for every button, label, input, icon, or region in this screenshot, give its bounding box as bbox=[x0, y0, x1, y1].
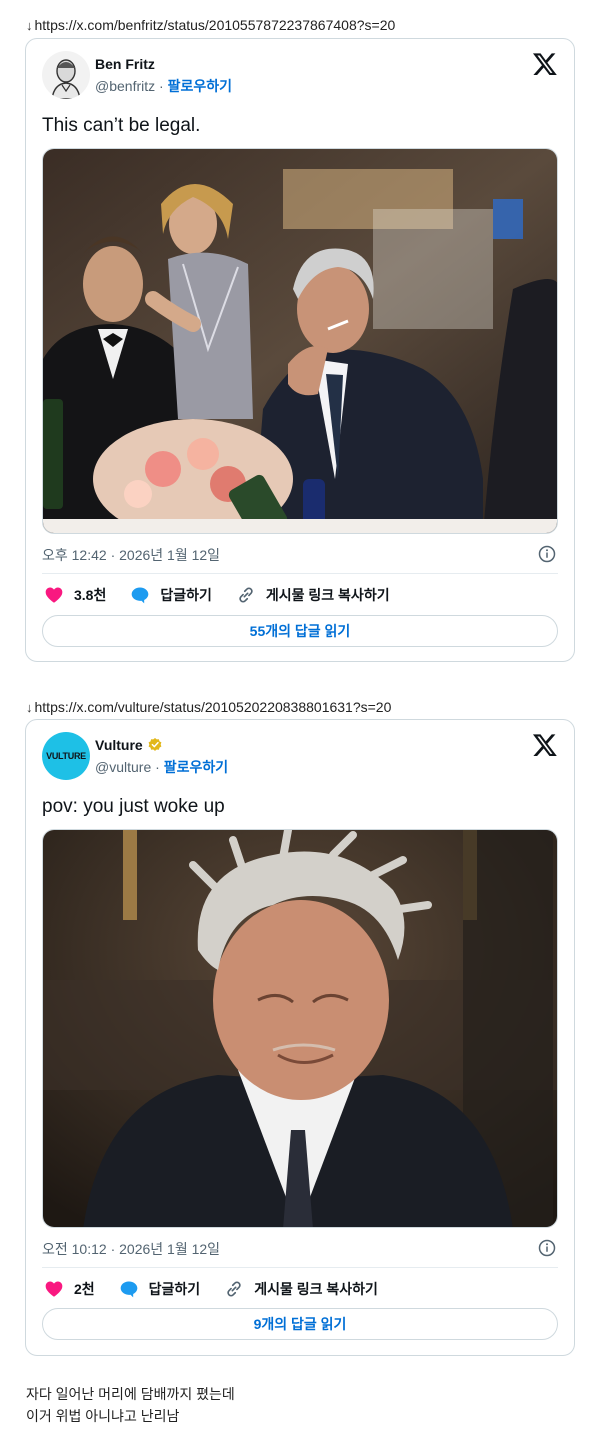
post-caption: 자다 일어난 머리에 담배까지 폈는데 이거 위법 아니냐고 난리남 bbox=[26, 1383, 235, 1427]
copy-link-label: 게시물 링크 복사하기 bbox=[254, 1281, 378, 1297]
reply-label: 답글하기 bbox=[148, 1281, 201, 1297]
info-icon[interactable] bbox=[538, 545, 556, 563]
source-url[interactable]: https://x.com/vulture/status/20105202208… bbox=[35, 699, 392, 715]
like-count: 2천 bbox=[74, 1281, 95, 1297]
verified-badge-icon bbox=[148, 738, 162, 751]
tweet-actions: 3.8천 답글하기 게시물 링크 복사하기 bbox=[44, 585, 414, 605]
reply-label: 답글하기 bbox=[160, 587, 212, 603]
source-url[interactable]: https://x.com/benfritz/status/2010557872… bbox=[35, 17, 396, 33]
source-link-2[interactable]: ↓ https://x.com/vulture/status/201052022… bbox=[26, 699, 391, 715]
reply-bubble-icon bbox=[120, 1281, 138, 1298]
avatar[interactable] bbox=[42, 51, 90, 99]
heart-icon bbox=[45, 1281, 63, 1297]
tweet-text: pov: you just woke up bbox=[42, 796, 225, 817]
dot-separator: · bbox=[155, 759, 164, 775]
tweet-header: Ben Fritz @benfritz · 팔로우하기 bbox=[42, 51, 558, 101]
info-icon[interactable] bbox=[538, 1239, 556, 1257]
tweet-header: VULTURE Vulture @vulture · 팔로우하기 bbox=[42, 732, 558, 782]
author-handle[interactable]: @benfritz bbox=[95, 78, 155, 94]
x-logo-icon[interactable] bbox=[532, 51, 558, 77]
read-replies-button[interactable]: 9개의 답글 읽기 bbox=[42, 1308, 558, 1340]
down-arrow-icon: ↓ bbox=[26, 699, 33, 715]
author-name[interactable]: Ben Fritz bbox=[95, 56, 155, 72]
divider bbox=[42, 573, 558, 574]
divider bbox=[42, 1267, 558, 1268]
source-link-1[interactable]: ↓ https://x.com/benfritz/status/20105578… bbox=[26, 17, 395, 33]
like-count: 3.8천 bbox=[74, 587, 107, 603]
avatar-logo-text: VULTURE bbox=[46, 751, 86, 761]
reply-bubble-icon bbox=[132, 587, 149, 604]
read-replies-button[interactable]: 55개의 답글 읽기 bbox=[42, 615, 558, 647]
x-logo-icon[interactable] bbox=[532, 732, 558, 758]
caption-line: 이거 위법 아니냐고 난리남 bbox=[26, 1408, 180, 1424]
caption-line: 자다 일어난 머리에 담배까지 폈는데 bbox=[26, 1386, 235, 1402]
tweet-card: VULTURE Vulture @vulture · 팔로우하기 pov: yo… bbox=[25, 719, 575, 1356]
heart-icon bbox=[45, 587, 63, 603]
tweet-timestamp[interactable]: 오전 10:12 · 2026년 1월 12일 bbox=[42, 1239, 220, 1259]
dot-separator: · bbox=[159, 78, 168, 94]
copy-link-label: 게시물 링크 복사하기 bbox=[265, 587, 390, 603]
reply-button[interactable]: 답글하기 bbox=[119, 1279, 201, 1299]
follow-button[interactable]: 팔로우하기 bbox=[164, 759, 228, 775]
reply-button[interactable]: 답글하기 bbox=[130, 585, 212, 605]
tweet-photo[interactable] bbox=[42, 148, 558, 534]
tweet-card: Ben Fritz @benfritz · 팔로우하기 This can’t b… bbox=[25, 38, 575, 662]
avatar[interactable]: VULTURE bbox=[42, 732, 90, 780]
follow-button[interactable]: 팔로우하기 bbox=[168, 78, 232, 94]
link-icon bbox=[239, 587, 253, 603]
down-arrow-icon: ↓ bbox=[26, 17, 33, 33]
copy-link-button[interactable]: 게시물 링크 복사하기 bbox=[236, 585, 390, 605]
tweet-timestamp[interactable]: 오후 12:42 · 2026년 1월 12일 bbox=[42, 545, 220, 565]
tweet-text: This can’t be legal. bbox=[42, 115, 201, 136]
author-name[interactable]: Vulture bbox=[95, 737, 143, 753]
author-handle[interactable]: @vulture bbox=[95, 759, 151, 775]
like-button[interactable]: 3.8천 bbox=[44, 585, 106, 605]
tweet-photo[interactable] bbox=[42, 829, 558, 1228]
link-icon bbox=[227, 1281, 241, 1297]
tweet-actions: 2천 답글하기 게시물 링크 복사하기 bbox=[44, 1279, 402, 1299]
like-button[interactable]: 2천 bbox=[44, 1279, 95, 1299]
copy-link-button[interactable]: 게시물 링크 복사하기 bbox=[224, 1279, 378, 1299]
